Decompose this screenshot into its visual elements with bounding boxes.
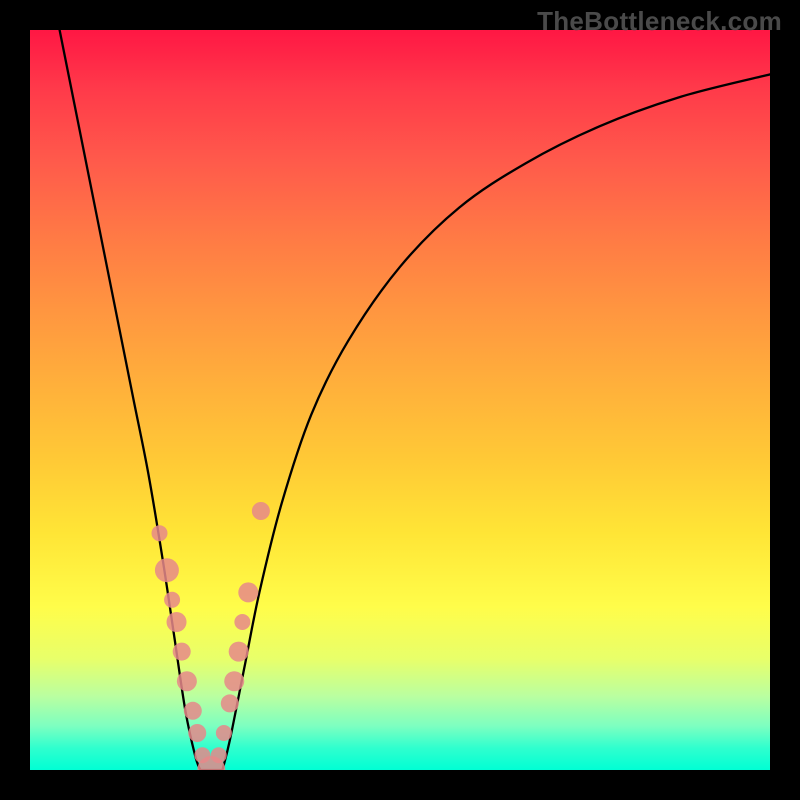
scatter-point bbox=[173, 643, 191, 661]
scatter-point bbox=[177, 671, 197, 691]
scatter-point bbox=[229, 642, 249, 662]
scatter-point bbox=[184, 702, 202, 720]
scatter-point bbox=[152, 525, 168, 541]
plot-area bbox=[30, 30, 770, 770]
scatter-layer bbox=[30, 30, 770, 770]
scatter-point bbox=[188, 724, 206, 742]
right-curve bbox=[222, 74, 770, 770]
scatter-point bbox=[216, 725, 232, 741]
scatter-point bbox=[234, 614, 250, 630]
scatter-point bbox=[197, 756, 225, 770]
scatter-point bbox=[164, 592, 180, 608]
left-curve bbox=[60, 30, 201, 770]
curve-layer bbox=[30, 30, 770, 770]
scatter-point bbox=[155, 558, 179, 582]
scatter-point bbox=[224, 671, 244, 691]
scatter-point bbox=[221, 694, 239, 712]
scatter-point bbox=[211, 747, 227, 763]
scatter-points bbox=[152, 502, 270, 770]
scatter-point bbox=[252, 502, 270, 520]
scatter-point bbox=[238, 582, 258, 602]
scatter-point bbox=[194, 747, 210, 763]
scatter-point bbox=[167, 612, 187, 632]
chart-frame: TheBottleneck.com bbox=[0, 0, 800, 800]
